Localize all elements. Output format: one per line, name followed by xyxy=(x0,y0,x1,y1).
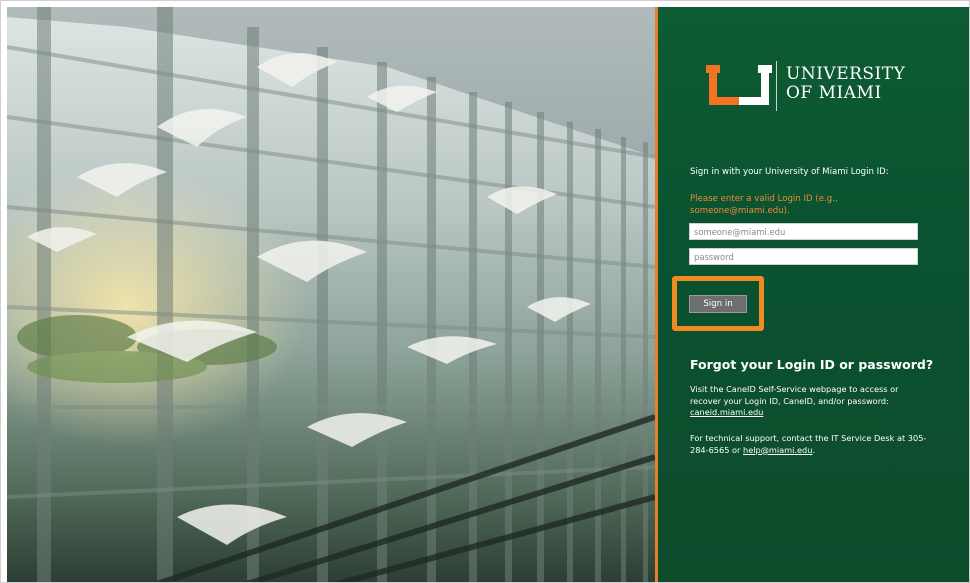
wordmark-line-2: OF MIAMI xyxy=(786,83,882,103)
forgot-credentials-heading: Forgot your Login ID or password? xyxy=(690,357,934,372)
university-logo: UNIVERSITY OF MIAMI xyxy=(706,61,916,111)
login-error-message: Please enter a valid Login ID (e.g., som… xyxy=(690,194,838,216)
caneid-link[interactable]: caneid.miami.edu xyxy=(690,407,763,417)
university-wordmark: UNIVERSITY OF MIAMI xyxy=(786,65,905,103)
wordmark-line-1: UNIVERSITY xyxy=(786,64,906,84)
campus-atrium-photo xyxy=(7,7,655,582)
password-input[interactable] xyxy=(689,248,918,265)
u-logo-icon xyxy=(706,65,772,105)
login-id-input[interactable] xyxy=(689,223,918,240)
login-page: UNIVERSITY OF MIAMI Sign in with your Un… xyxy=(0,0,970,583)
logo-separator xyxy=(776,61,777,111)
caneid-help-body: Visit the CaneID Self-Service webpage to… xyxy=(690,384,899,406)
signin-prompt: Sign in with your University of Miami Lo… xyxy=(690,167,889,177)
signin-button[interactable]: Sign in xyxy=(689,295,747,313)
login-panel: UNIVERSITY OF MIAMI Sign in with your Un… xyxy=(658,7,969,582)
help-email-link[interactable]: help@miami.edu xyxy=(743,445,812,455)
caneid-help-text: Visit the CaneID Self-Service webpage to… xyxy=(690,384,930,419)
support-period: . xyxy=(812,444,816,455)
atrium-illustration xyxy=(7,7,655,582)
it-support-text: For technical support, contact the IT Se… xyxy=(690,433,935,456)
